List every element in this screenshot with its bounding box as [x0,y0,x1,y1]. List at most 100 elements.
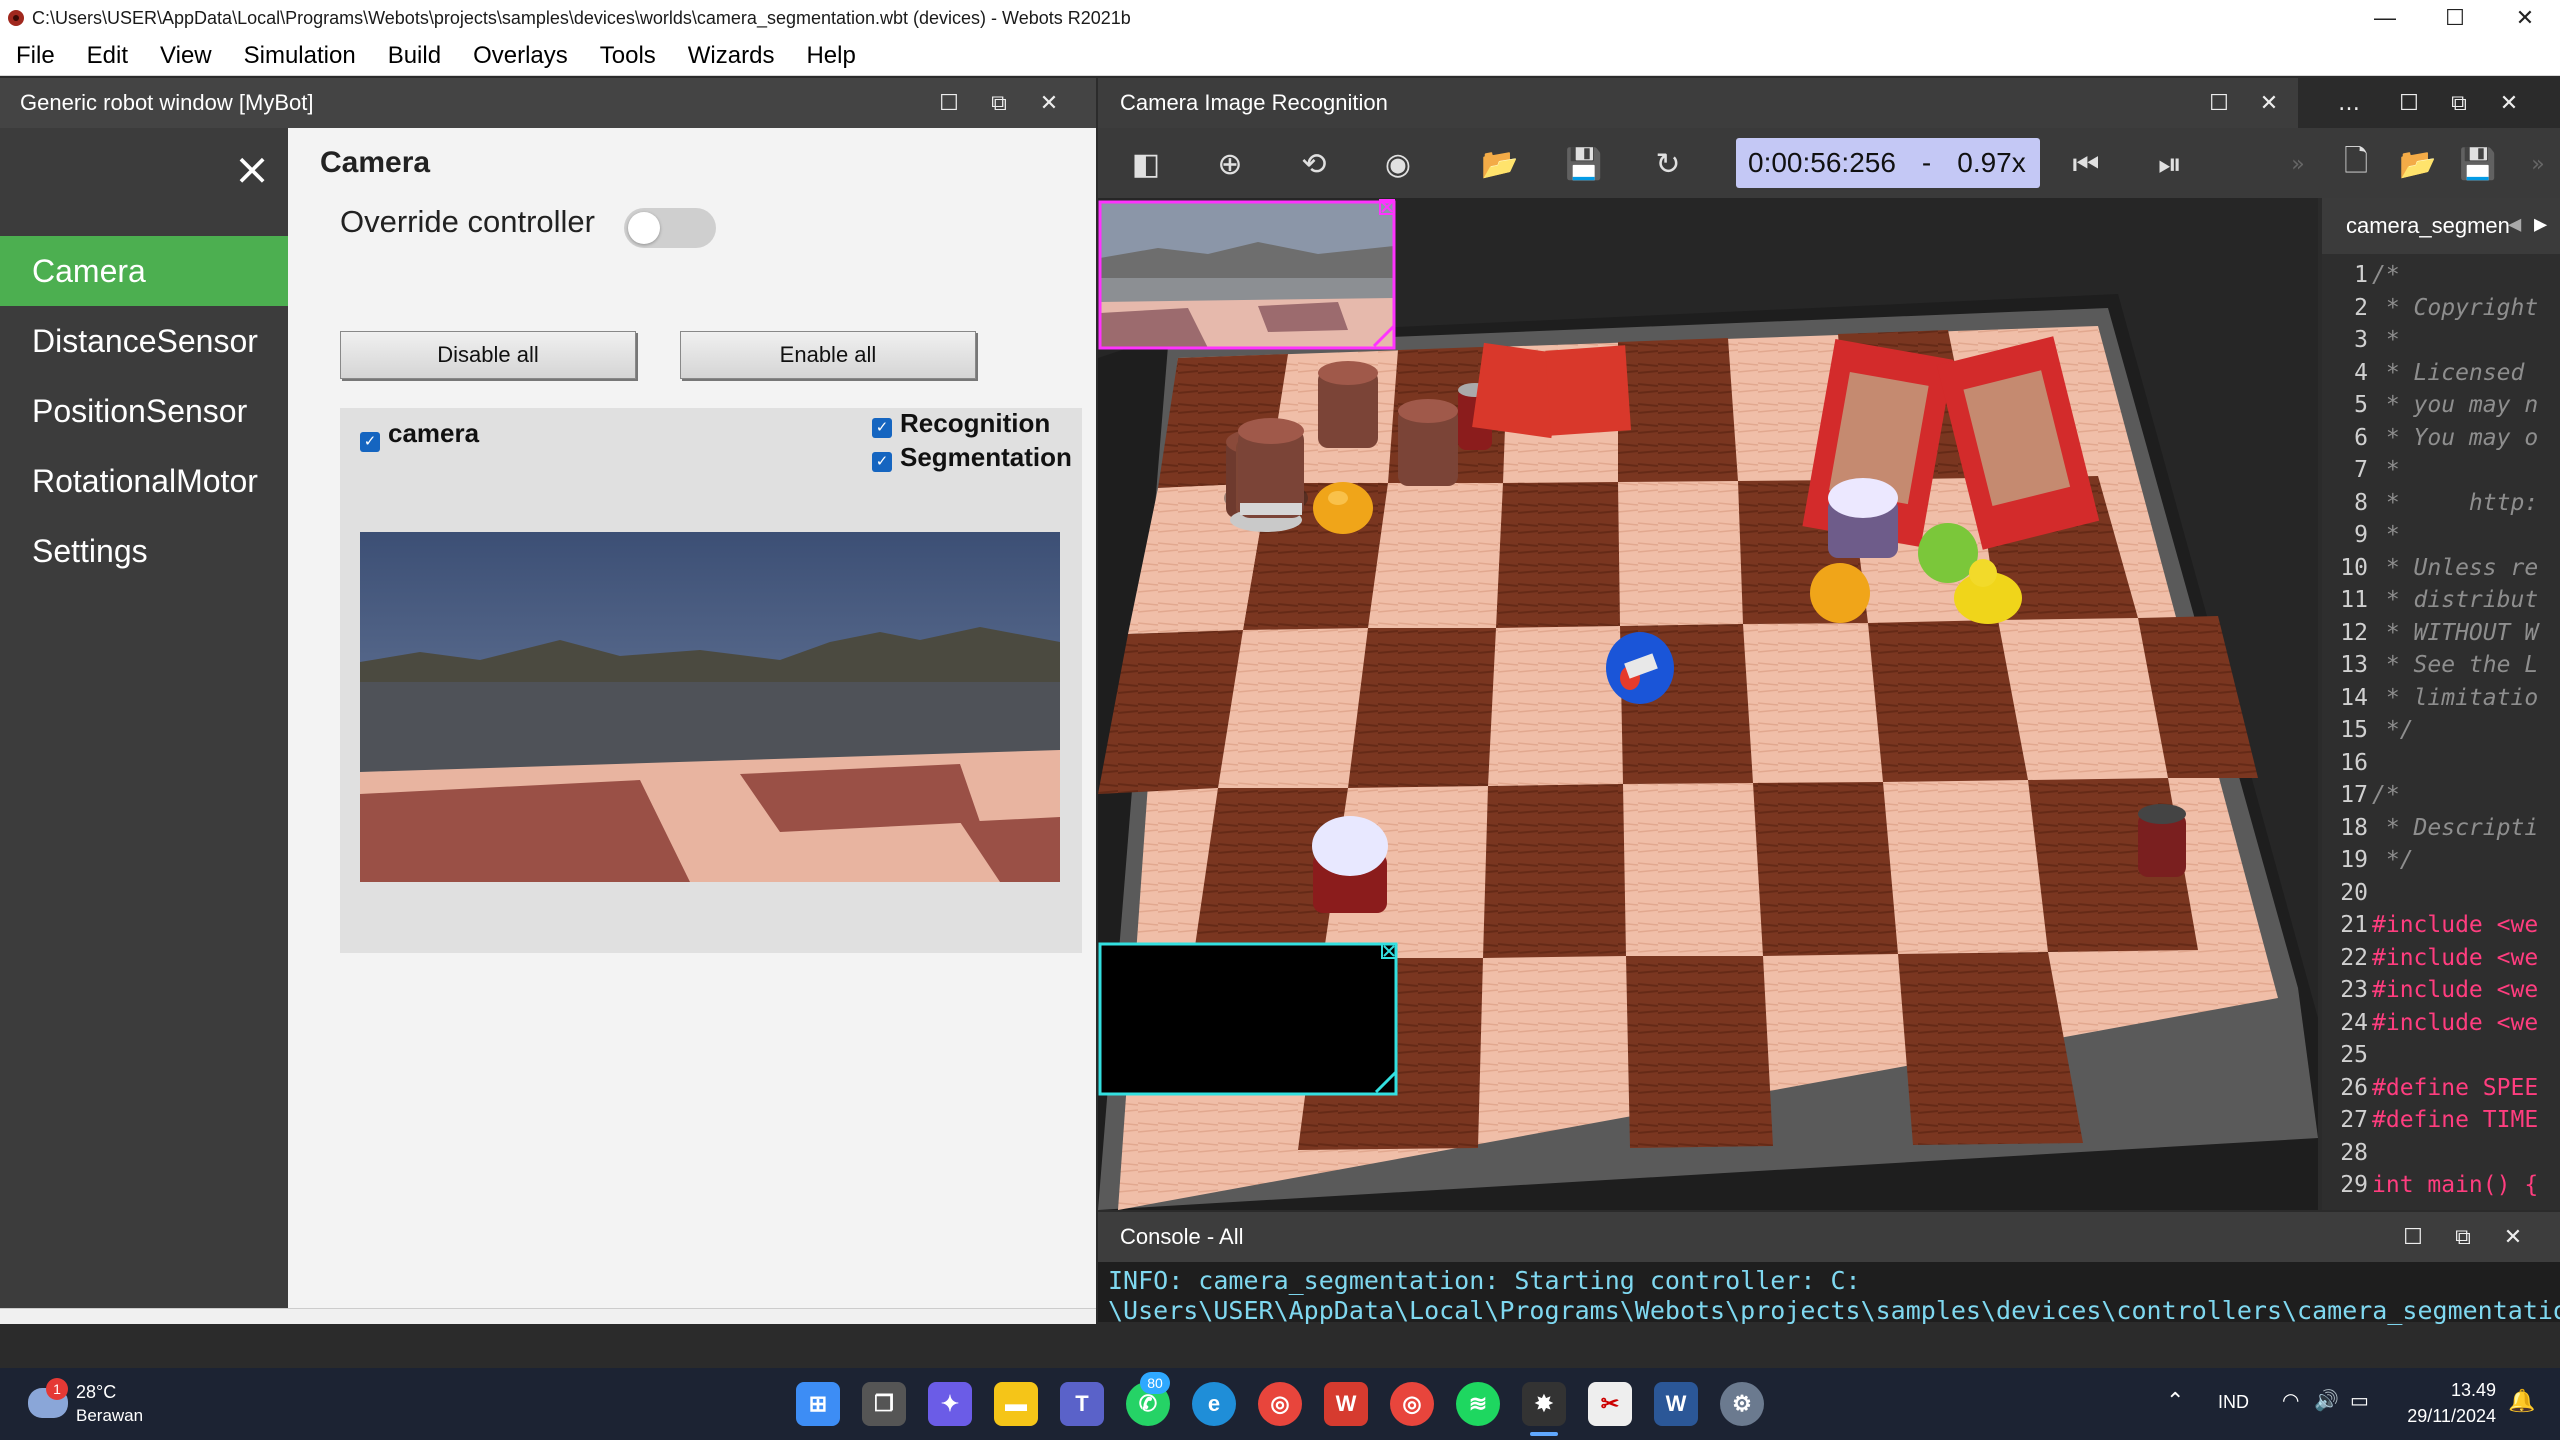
code-line[interactable]: 27 #define TIME [2322,1107,2560,1139]
save-file-icon[interactable]: 💾 [2458,144,2498,184]
code-line[interactable]: 23 #include <we [2322,977,2560,1009]
menu-edit[interactable]: Edit [87,42,128,70]
menu-view[interactable]: View [160,42,212,70]
code-line[interactable]: 29 int main() { [2322,1172,2560,1204]
nav-item-distance-sensor[interactable]: DistanceSensor [0,306,288,376]
editor-float-icon[interactable]: ⧉ [2444,88,2474,118]
more-icon[interactable]: … [2334,88,2364,118]
code-line[interactable]: 26 #define SPEE [2322,1075,2560,1107]
3d-viewport[interactable] [1098,198,2318,1210]
code-line[interactable]: 24 #include <we [2322,1010,2560,1042]
tab-scroll-right-icon[interactable]: ▶ [2534,212,2547,237]
code-line[interactable]: 16 [2322,750,2560,782]
toggle-scene-tree-icon[interactable]: ◧ [1126,144,1166,184]
code-line[interactable]: 17/* [2322,782,2560,814]
editor-close-icon[interactable]: ✕ [2494,88,2524,118]
menu-wizards[interactable]: Wizards [688,42,775,70]
clock-date[interactable]: 29/11/2024 [2396,1406,2496,1427]
webots-taskbar-icon[interactable]: ✸ [1522,1382,1566,1426]
nav-item-settings[interactable]: Settings [0,516,288,586]
code-line[interactable]: 14 * limitatio [2322,685,2560,717]
volume-icon[interactable]: 🔊 [2314,1388,2339,1413]
segmentation-checkbox[interactable]: ✓ [872,452,892,472]
code-line[interactable]: 10 * Unless re [2322,555,2560,587]
overlay-maximize-icon[interactable]: ☐ [2204,88,2234,118]
recognition-checkbox[interactable]: ✓ [872,418,892,438]
save-world-icon[interactable]: 💾 [1564,144,1604,184]
code-line[interactable]: 19 */ [2322,847,2560,879]
chrome-profile-icon[interactable]: ◎ [1390,1382,1434,1426]
spotify-icon[interactable]: ≋ [1456,1382,1500,1426]
editor-overflow-icon[interactable]: » [2518,144,2558,184]
start-icon[interactable]: ⊞ [796,1382,840,1426]
code-line[interactable]: 21 #include <we [2322,912,2560,944]
minimize-button[interactable]: — [2350,0,2420,36]
code-line[interactable]: 3 * [2322,327,2560,359]
language-indicator[interactable]: IND [2218,1392,2249,1413]
menu-simulation[interactable]: Simulation [244,42,356,70]
code-line[interactable]: 8 * http: [2322,490,2560,522]
teams-icon[interactable]: T [1060,1382,1104,1426]
toolbar-overflow-icon[interactable]: » [2278,144,2318,184]
disable-all-button[interactable]: Disable all [340,331,636,379]
code-line[interactable]: 4 * Licensed [2322,360,2560,392]
code-line[interactable]: 28 [2322,1140,2560,1172]
nav-item-camera[interactable]: Camera [0,236,288,306]
code-line[interactable]: 15 */ [2322,717,2560,749]
overlay-close-icon[interactable]: ✕ [2254,88,2284,118]
dock-maximize-icon[interactable]: ☐ [934,88,964,118]
settings-icon[interactable]: ⚙ [1720,1382,1764,1426]
robot-window-scrollbar[interactable] [0,1308,1096,1324]
code-line[interactable]: 20 [2322,880,2560,912]
copilot-icon[interactable]: ✦ [928,1382,972,1426]
menu-build[interactable]: Build [388,42,441,70]
code-line[interactable]: 1/* [2322,262,2560,294]
console-float-icon[interactable]: ⧉ [2448,1222,2478,1252]
menu-help[interactable]: Help [806,42,855,70]
wps-icon[interactable]: W [1324,1382,1368,1426]
new-file-icon[interactable]: 🗋 [2336,144,2376,184]
code-line[interactable]: 7 * [2322,457,2560,489]
view-icon[interactable]: ◉ [1378,144,1418,184]
text-editor[interactable]: camera_segmen ◀ ▶ 1/* 2 * Copyright 3 * 4 *… [2322,198,2560,1210]
code-line[interactable]: 22 #include <we [2322,945,2560,977]
maximize-button[interactable]: ☐ [2420,0,2490,36]
edge-icon[interactable]: e [1192,1382,1236,1426]
code-line[interactable]: 2 * Copyright [2322,295,2560,327]
open-file-icon[interactable]: 📂 [2398,144,2438,184]
menu-tools[interactable]: Tools [600,42,656,70]
code-line[interactable]: 13 * See the L [2322,652,2560,684]
reset-viewpoint-icon[interactable]: ⟲ [1294,144,1334,184]
tab-scroll-left-icon[interactable]: ◀ [2508,212,2521,237]
chevron-up-icon[interactable]: ⌃ [2166,1388,2184,1414]
nav-item-position-sensor[interactable]: PositionSensor [0,376,288,446]
code-line[interactable]: 18 * Descripti [2322,815,2560,847]
close-icon[interactable]: × [232,148,272,192]
nav-item-rotational-motor[interactable]: RotationalMotor [0,446,288,516]
word-icon[interactable]: W [1654,1382,1698,1426]
file-explorer-icon[interactable]: ▬ [994,1382,1038,1426]
battery-icon[interactable]: ▭ [2350,1388,2369,1413]
override-controller-toggle[interactable] [624,208,716,248]
console-maximize-icon[interactable]: ☐ [2398,1222,2428,1252]
notification-bell-icon[interactable]: 🔔 [2508,1388,2535,1414]
open-world-icon[interactable]: 📂 [1480,144,1520,184]
chrome-icon[interactable]: ◎ [1258,1382,1302,1426]
code-line[interactable]: 11 * distribut [2322,587,2560,619]
snipping-tool-icon[interactable]: ✂ [1588,1382,1632,1426]
code-line[interactable]: 6 * You may o [2322,425,2560,457]
reset-simulation-icon[interactable]: ⏮ [2066,144,2106,184]
console-close-icon[interactable]: ✕ [2498,1222,2528,1252]
add-node-icon[interactable]: ⊕ [1210,144,1250,184]
clock-time[interactable]: 13.49 [2440,1380,2496,1401]
dock-float-icon[interactable]: ⧉ [984,88,1014,118]
dock-close-icon[interactable]: ✕ [1034,88,1064,118]
step-icon[interactable]: ⏯ [2150,144,2190,184]
camera-checkbox[interactable]: ✓ [360,432,380,452]
reload-world-icon[interactable]: ↻ [1648,144,1688,184]
close-button[interactable]: ✕ [2490,0,2560,36]
code-line[interactable]: 12 * WITHOUT W [2322,620,2560,652]
editor-tab[interactable]: camera_segmen [2322,198,2560,254]
menu-file[interactable]: File [16,42,55,70]
code-line[interactable]: 5 * you may n [2322,392,2560,424]
